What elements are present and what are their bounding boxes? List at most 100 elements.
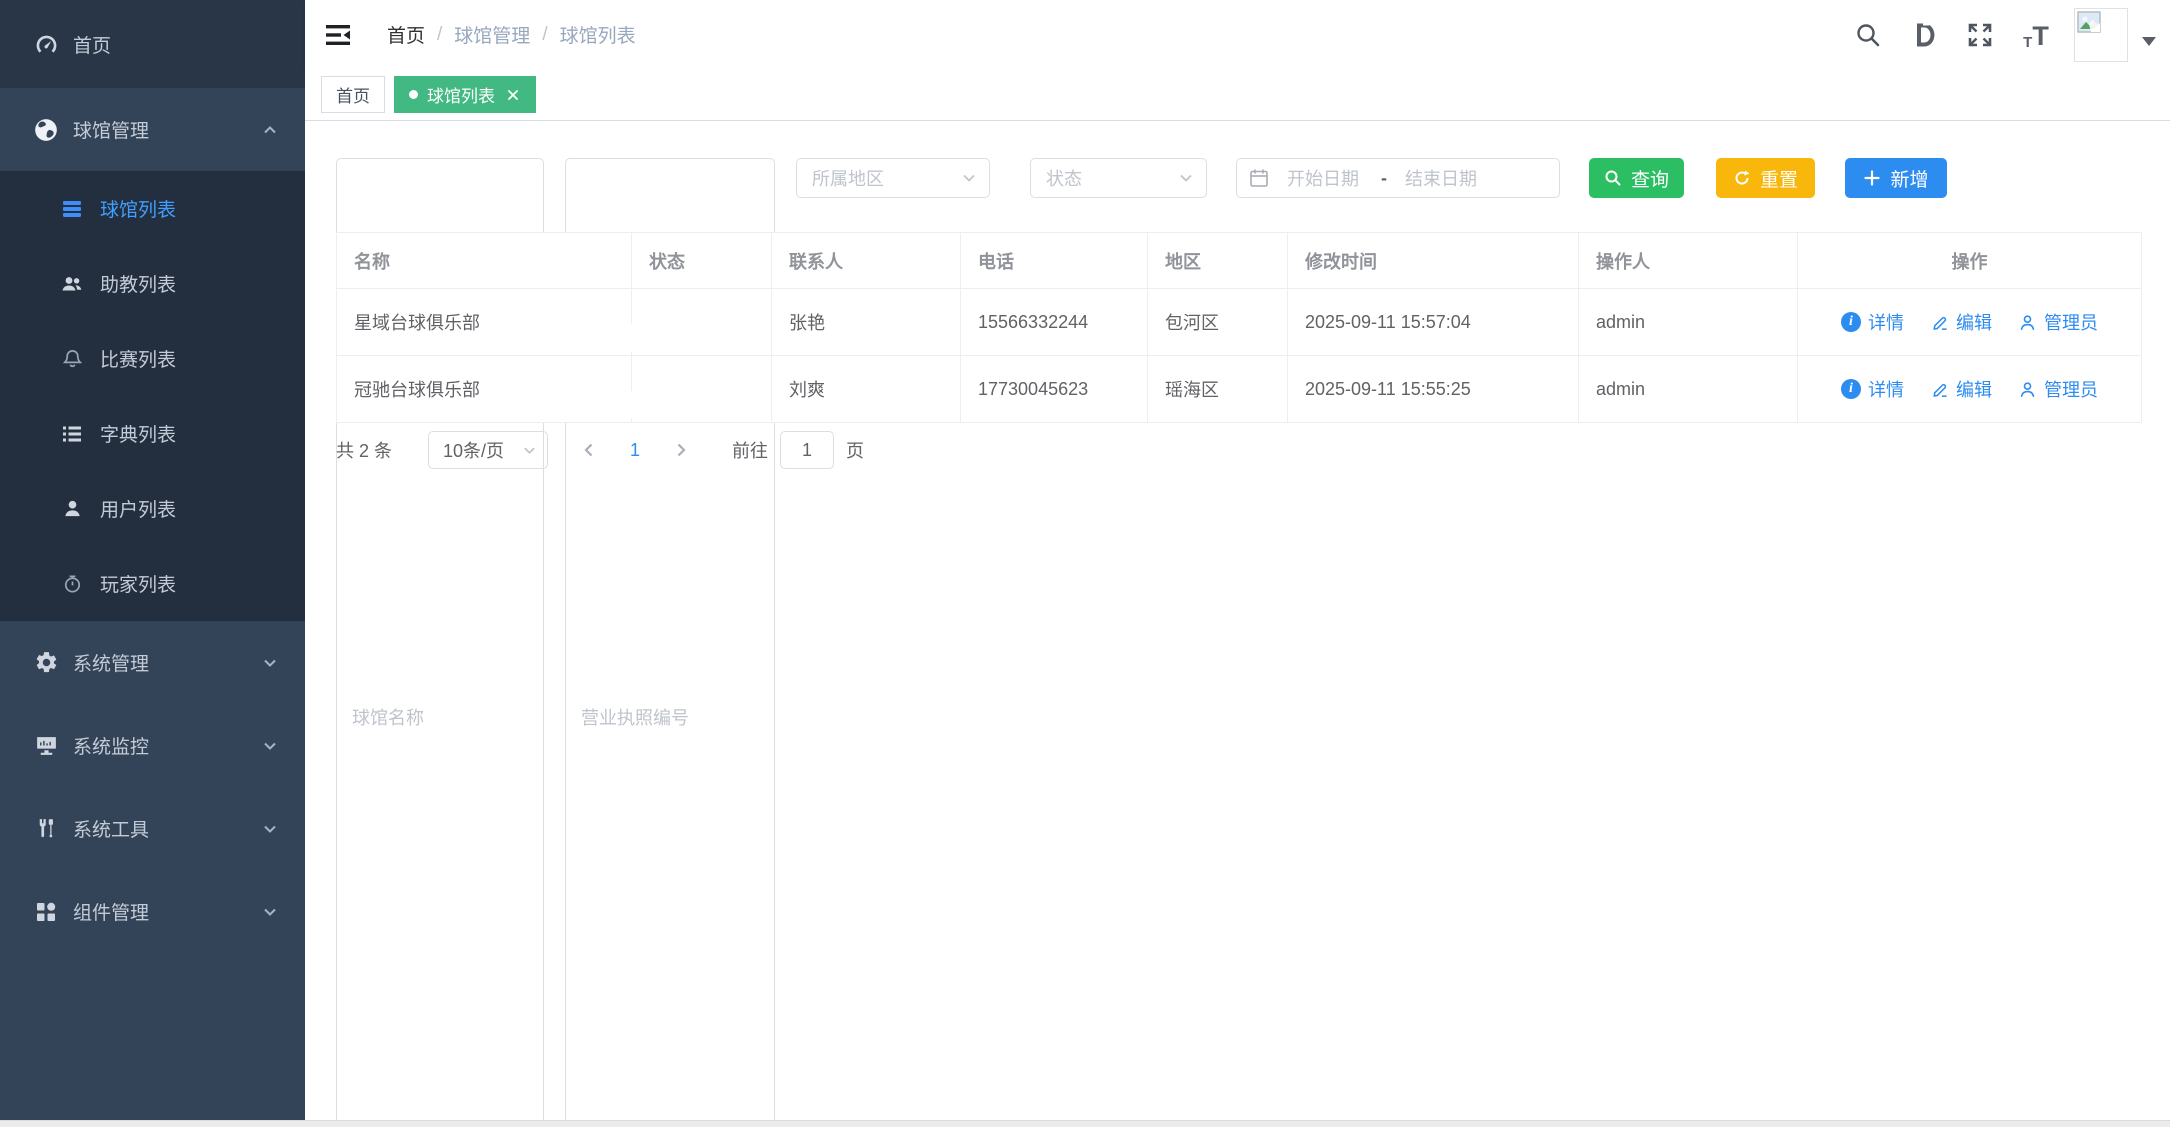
venue-table: 名称 状态 联系人 电话 地区 修改时间 操作人 操作 星域台球俱乐部 张艳 xyxy=(336,232,2141,423)
pagination-total: 共 2 条 xyxy=(336,437,392,463)
col-district: 地区 xyxy=(1148,233,1288,289)
sidebar-item-label: 首页 xyxy=(73,31,111,58)
sidebar-item-player-list[interactable]: 玩家列表 xyxy=(0,546,305,621)
navbar-actions: TT xyxy=(1840,0,2156,69)
region-select-value: 所属地区 xyxy=(812,165,884,191)
close-icon[interactable] xyxy=(505,87,521,103)
col-status: 状态 xyxy=(632,233,772,289)
detail-link[interactable]: i详情 xyxy=(1841,376,1904,402)
sidebar-item-system-tools[interactable]: 系统工具 xyxy=(0,787,305,870)
broken-image-icon xyxy=(2077,11,2103,37)
chevron-down-icon xyxy=(522,443,537,458)
col-phone: 电话 xyxy=(961,233,1148,289)
person-icon xyxy=(2018,380,2037,399)
status-select[interactable]: 状态 xyxy=(1030,158,1207,198)
search-icon xyxy=(1604,169,1622,187)
avatar[interactable] xyxy=(2074,8,2128,62)
chevron-up-icon xyxy=(261,121,279,139)
cell-operator: admin xyxy=(1579,289,1798,356)
fullscreen-icon[interactable] xyxy=(1965,20,1995,50)
chevron-down-icon xyxy=(261,654,279,672)
tag-label: 首页 xyxy=(336,82,370,107)
bottom-scrollbar-track[interactable] xyxy=(0,1120,2170,1127)
tools-icon xyxy=(33,816,59,842)
breadcrumb-venue-management[interactable]: 球馆管理 xyxy=(454,21,530,48)
edit-link[interactable]: 编辑 xyxy=(1930,376,1992,402)
navbar: 首页 / 球馆管理 / 球馆列表 TT xyxy=(305,0,2170,69)
dashboard-icon xyxy=(33,31,59,57)
monitor-icon xyxy=(33,733,59,759)
date-start-placeholder: 开始日期 xyxy=(1287,165,1359,191)
date-range-picker[interactable]: 开始日期 - 结束日期 xyxy=(1236,158,1560,198)
sidebar-item-label: 用户列表 xyxy=(100,495,176,522)
page-number-1[interactable]: 1 xyxy=(630,440,640,461)
page-unit-label: 页 xyxy=(846,437,864,463)
sidebar-submenu: 球馆列表 助教列表 比赛列表 字典列表 xyxy=(0,171,305,621)
sidebar-item-home[interactable]: 首页 xyxy=(0,0,305,88)
active-dot xyxy=(409,90,418,99)
detail-link[interactable]: i详情 xyxy=(1841,309,1904,335)
list-bars-icon xyxy=(60,197,84,221)
cell-contact: 刘爽 xyxy=(772,356,961,423)
sidebar-item-match-list[interactable]: 比赛列表 xyxy=(0,321,305,396)
components-icon xyxy=(33,899,59,925)
bell-icon xyxy=(60,347,84,371)
cell-phone: 15566332244 xyxy=(961,289,1148,356)
sidebar-item-label: 系统监控 xyxy=(73,732,149,759)
calendar-icon xyxy=(1249,168,1269,188)
sidebar-item-system-monitor[interactable]: 系统监控 xyxy=(0,704,305,787)
breadcrumb-current: 球馆列表 xyxy=(560,21,636,48)
sidebar-item-label: 组件管理 xyxy=(73,898,149,925)
info-icon: i xyxy=(1841,312,1861,332)
next-page-icon[interactable] xyxy=(670,439,692,461)
sidebar-item-label: 球馆列表 xyxy=(100,195,176,222)
table-row: 冠驰台球俱乐部 刘爽 17730045623 瑶海区 2025-09-11 15… xyxy=(337,356,2142,423)
sidebar-item-dict-list[interactable]: 字典列表 xyxy=(0,396,305,471)
tag-label: 球馆列表 xyxy=(427,82,495,107)
sidebar-item-user-list[interactable]: 用户列表 xyxy=(0,471,305,546)
cell-modified: 2025-09-11 15:57:04 xyxy=(1288,289,1579,356)
goto-page-input[interactable] xyxy=(780,431,834,469)
sidebar: 首页 球馆管理 球馆列表 助教列表 xyxy=(0,0,305,1120)
page-size-select[interactable]: 10条/页 xyxy=(428,431,548,469)
sidebar-item-assistant-list[interactable]: 助教列表 xyxy=(0,246,305,321)
search-icon[interactable] xyxy=(1853,20,1883,50)
region-select[interactable]: 所属地区 xyxy=(796,158,990,198)
breadcrumb-home[interactable]: 首页 xyxy=(387,21,425,48)
reset-button[interactable]: 重置 xyxy=(1716,158,1815,198)
sidebar-item-component-management[interactable]: 组件管理 xyxy=(0,870,305,953)
stopwatch-icon xyxy=(60,572,84,596)
font-size-icon[interactable]: TT xyxy=(2021,20,2051,50)
admin-link[interactable]: 管理员 xyxy=(2018,309,2098,335)
sidebar-item-label: 比赛列表 xyxy=(100,345,176,372)
avatar-dropdown-caret-icon[interactable] xyxy=(2142,37,2156,46)
cell-name: 冠驰台球俱乐部 xyxy=(337,356,632,423)
refresh-icon xyxy=(1733,169,1751,187)
page-size-value: 10条/页 xyxy=(443,437,504,463)
main-area: 首页 / 球馆管理 / 球馆列表 TT xyxy=(305,0,2170,1120)
gear-icon xyxy=(33,650,59,676)
admin-link[interactable]: 管理员 xyxy=(2018,376,2098,402)
tag-home[interactable]: 首页 xyxy=(321,76,385,113)
hamburger-icon[interactable] xyxy=(323,20,353,50)
cell-status xyxy=(632,289,772,356)
status-select-value: 状态 xyxy=(1046,165,1082,191)
add-button[interactable]: 新增 xyxy=(1845,158,1947,198)
plus-icon xyxy=(1863,169,1881,187)
prev-page-icon[interactable] xyxy=(578,439,600,461)
sidebar-item-venue-list[interactable]: 球馆列表 xyxy=(0,171,305,246)
breadcrumb-separator: / xyxy=(542,24,547,46)
cell-phone: 17730045623 xyxy=(961,356,1148,423)
docs-icon[interactable] xyxy=(1909,20,1939,50)
sidebar-item-venue-management[interactable]: 球馆管理 xyxy=(0,88,305,171)
tag-venue-list[interactable]: 球馆列表 xyxy=(394,76,536,113)
info-icon: i xyxy=(1841,379,1861,399)
people-icon xyxy=(60,272,84,296)
dict-list-icon xyxy=(60,422,84,446)
cell-modified: 2025-09-11 15:55:25 xyxy=(1288,356,1579,423)
sidebar-item-system-management[interactable]: 系统管理 xyxy=(0,621,305,704)
col-modified: 修改时间 xyxy=(1288,233,1579,289)
edit-link[interactable]: 编辑 xyxy=(1930,309,1992,335)
search-button[interactable]: 查询 xyxy=(1589,158,1684,198)
col-actions: 操作 xyxy=(1798,233,2142,289)
